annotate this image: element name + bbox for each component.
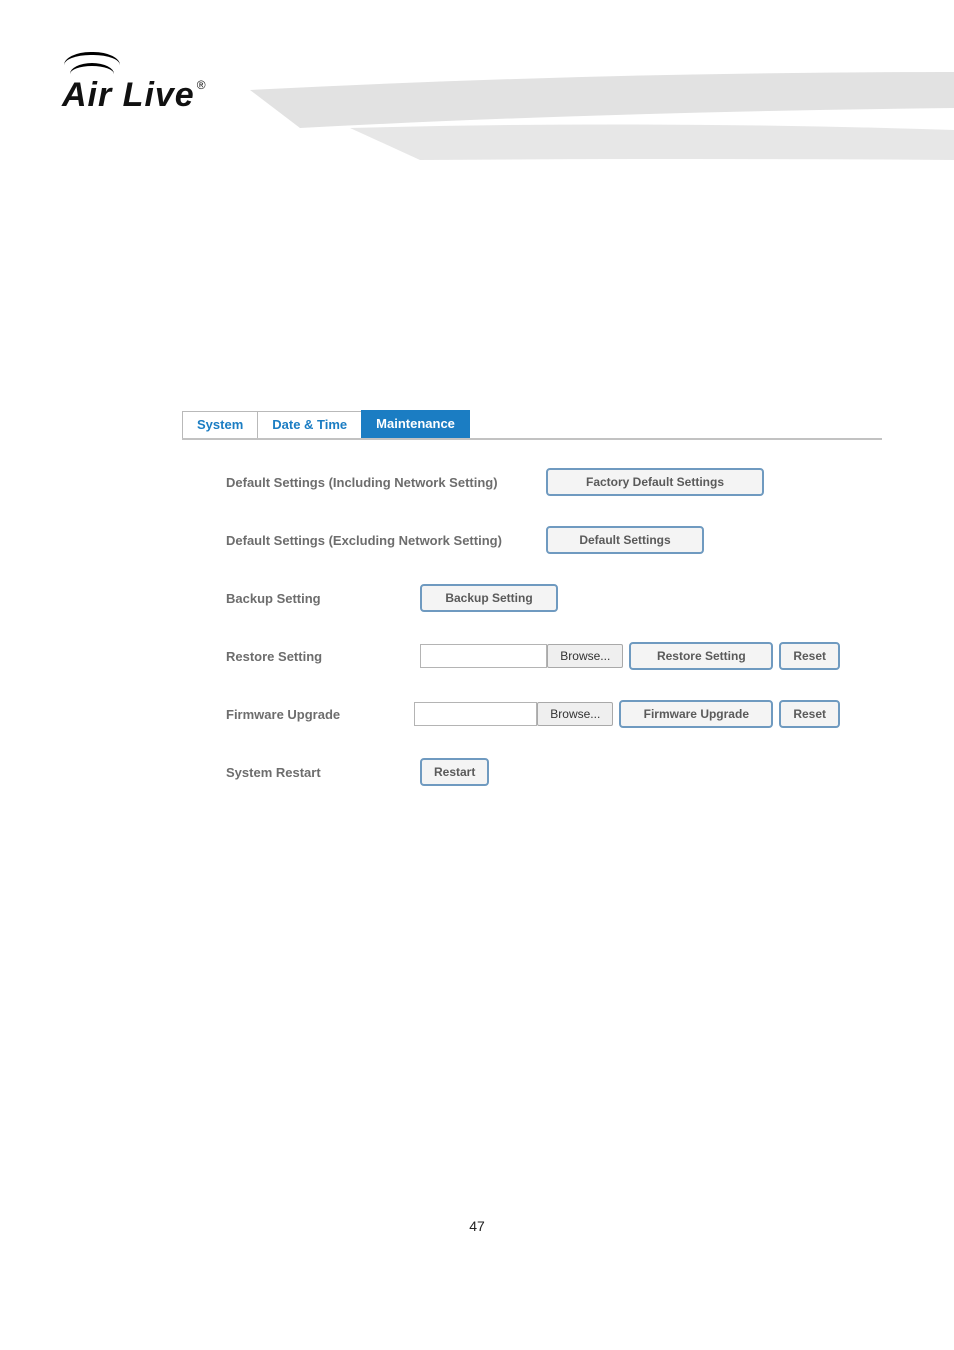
row-default-exclude: Default Settings (Excluding Network Sett… [226, 526, 846, 554]
row-restore: Restore Setting Browse... Restore Settin… [226, 642, 846, 670]
logo-arcs-icon [64, 50, 232, 78]
default-settings-button[interactable]: Default Settings [546, 526, 704, 554]
firmware-upgrade-button[interactable]: Firmware Upgrade [619, 700, 773, 728]
firmware-file-input[interactable] [414, 702, 538, 726]
restart-button[interactable]: Restart [420, 758, 489, 786]
factory-default-button[interactable]: Factory Default Settings [546, 468, 764, 496]
label-firmware: Firmware Upgrade [226, 707, 414, 722]
row-firmware: Firmware Upgrade Browse... Firmware Upgr… [226, 700, 846, 728]
row-restart: System Restart Restart [226, 758, 846, 786]
firmware-browse-button[interactable]: Browse... [537, 702, 613, 726]
firmware-reset-button[interactable]: Reset [779, 700, 840, 728]
logo-text: Air Live® [62, 76, 207, 115]
logo: Air Live® [62, 56, 232, 115]
label-default-include: Default Settings (Including Network Sett… [226, 475, 546, 490]
page-number: 47 [0, 1218, 954, 1234]
restore-setting-button[interactable]: Restore Setting [629, 642, 773, 670]
backup-setting-button[interactable]: Backup Setting [420, 584, 558, 612]
restore-reset-button[interactable]: Reset [779, 642, 840, 670]
label-default-exclude: Default Settings (Excluding Network Sett… [226, 533, 546, 548]
registered-mark: ® [197, 78, 207, 92]
tabs: System Date & Time Maintenance [182, 410, 882, 438]
restore-file-input[interactable] [420, 644, 548, 668]
row-backup: Backup Setting Backup Setting [226, 584, 846, 612]
form-rows: Default Settings (Including Network Sett… [182, 440, 882, 786]
label-restart: System Restart [226, 765, 420, 780]
maintenance-figure: System Date & Time Maintenance Default S… [182, 410, 882, 816]
label-backup: Backup Setting [226, 591, 420, 606]
logo-text-label: Air Live [62, 76, 195, 114]
restore-browse-button[interactable]: Browse... [547, 644, 623, 668]
tab-system[interactable]: System [182, 411, 258, 438]
tab-date-time[interactable]: Date & Time [257, 411, 362, 438]
row-default-include: Default Settings (Including Network Sett… [226, 468, 846, 496]
label-restore: Restore Setting [226, 649, 420, 664]
tab-maintenance[interactable]: Maintenance [361, 410, 470, 438]
